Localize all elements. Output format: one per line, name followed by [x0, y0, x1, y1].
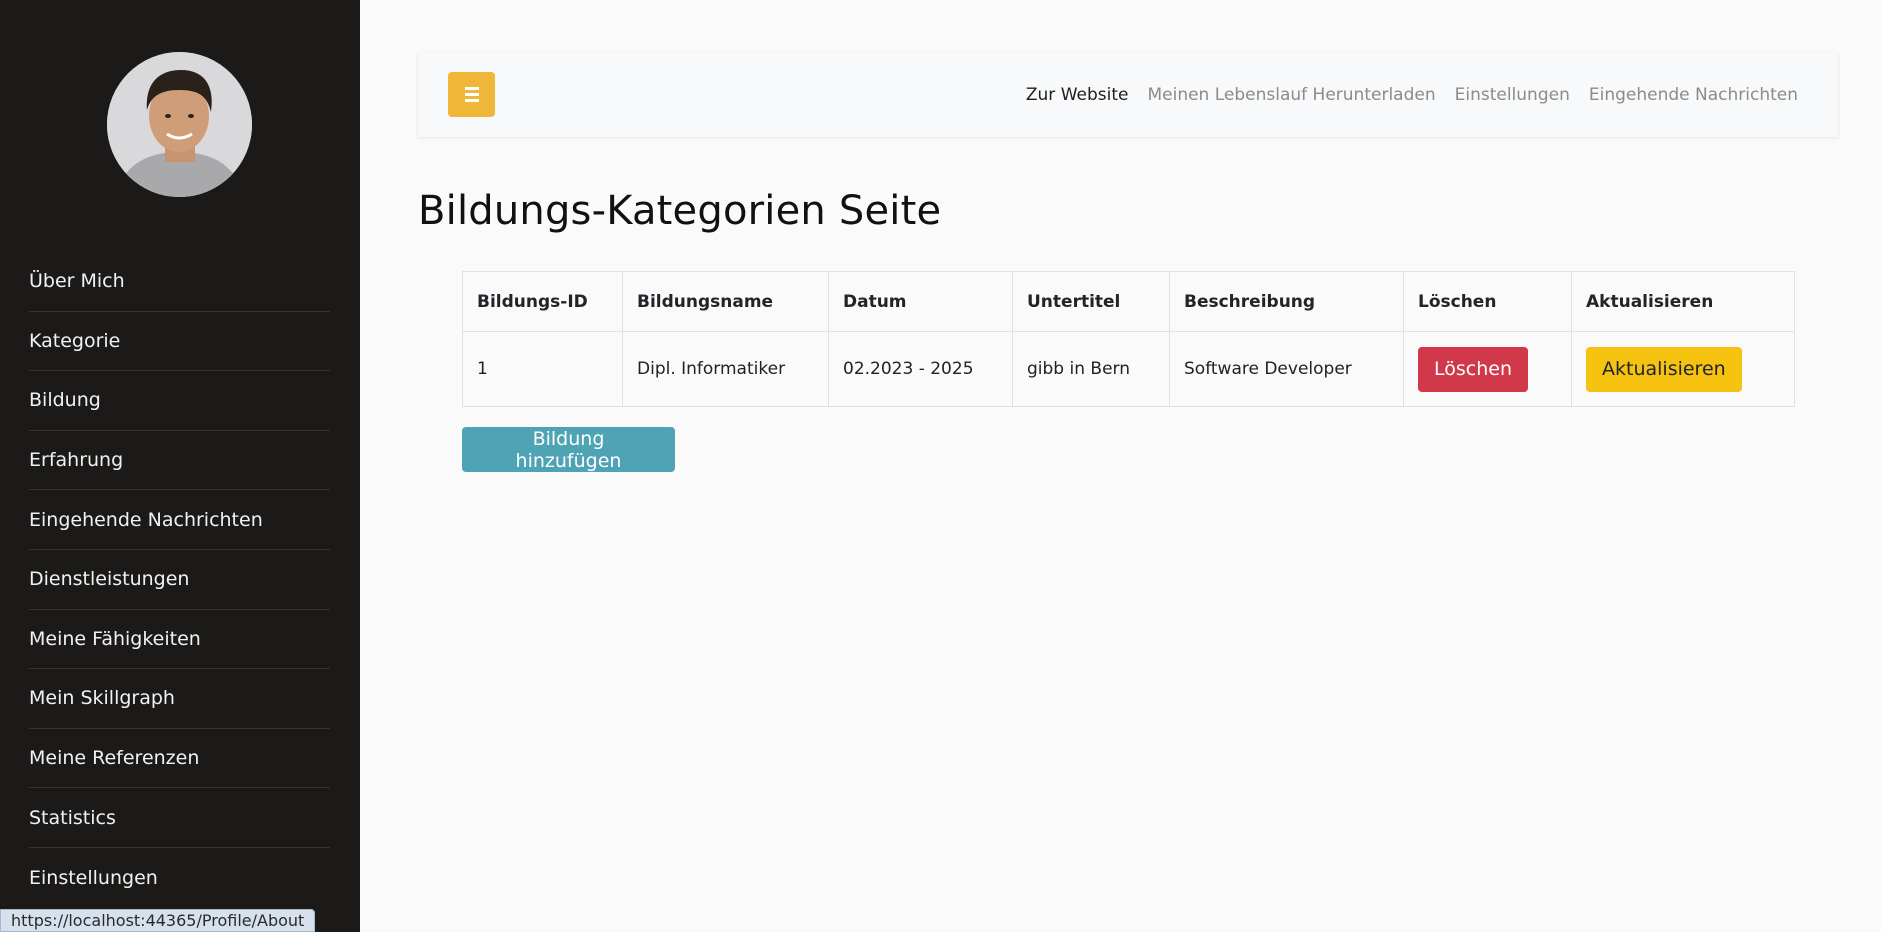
table-header-row: Bildungs-ID Bildungsname Datum Untertite… [462, 271, 1795, 332]
column-header-update: Aktualisieren [1571, 271, 1795, 332]
sidebar-item-label: Dienstleistungen [29, 568, 190, 591]
sidebar-item-label: Statistics [29, 806, 116, 829]
bars-icon [464, 87, 479, 102]
sidebar: Über Mich Kategorie Bildung Erfahrung Ei… [0, 0, 360, 932]
sidebar-item-einstellungen[interactable]: Einstellungen [29, 848, 330, 908]
sidebar-item-dienstleistungen[interactable]: Dienstleistungen [29, 550, 330, 610]
sidebar-item-skillgraph[interactable]: Mein Skillgraph [29, 669, 330, 729]
sidebar-item-ueber-mich[interactable]: Über Mich [29, 252, 330, 312]
sidebar-item-label: Bildung [29, 389, 101, 412]
column-header-description: Beschreibung [1169, 271, 1404, 332]
sidebar-item-label: Erfahrung [29, 449, 124, 472]
column-header-date: Datum [828, 271, 1013, 332]
top-navbar: Zur Website Meinen Lebenslauf Herunterla… [418, 52, 1838, 137]
top-links: Zur Website Meinen Lebenslauf Herunterla… [1026, 52, 1798, 137]
column-header-subtitle: Untertitel [1012, 271, 1170, 332]
cell-date: 02.2023 - 2025 [828, 331, 1013, 407]
sidebar-item-kategorie[interactable]: Kategorie [29, 312, 330, 372]
add-education-button[interactable]: Bildung hinzufügen [462, 427, 675, 472]
cell-description: Software Developer [1169, 331, 1404, 407]
update-button[interactable]: Aktualisieren [1586, 346, 1742, 392]
link-zur-website[interactable]: Zur Website [1026, 85, 1129, 105]
profile-photo [107, 52, 252, 197]
column-header-delete: Löschen [1403, 271, 1572, 332]
link-lebenslauf-herunterladen[interactable]: Meinen Lebenslauf Herunterladen [1147, 85, 1435, 105]
sidebar-item-nachrichten[interactable]: Eingehende Nachrichten [29, 490, 330, 550]
sidebar-item-label: Meine Fähigkeiten [29, 627, 201, 650]
cell-subtitle: gibb in Bern [1012, 331, 1170, 407]
sidebar-item-label: Meine Referenzen [29, 747, 200, 770]
status-bar-url: https://localhost:44365/Profile/About [0, 909, 316, 932]
table-row: 1 Dipl. Informatiker 02.2023 - 2025 gibb… [462, 331, 1795, 407]
link-einstellungen[interactable]: Einstellungen [1455, 85, 1570, 105]
sidebar-item-faehigkeiten[interactable]: Meine Fähigkeiten [29, 610, 330, 670]
sidebar-item-label: Über Mich [29, 270, 125, 293]
education-table: Bildungs-ID Bildungsname Datum Untertite… [462, 271, 1795, 407]
sidebar-toggle-button[interactable] [448, 72, 495, 117]
cell-delete: Löschen [1403, 331, 1572, 407]
column-header-id: Bildungs-ID [462, 271, 623, 332]
sidebar-item-label: Kategorie [29, 329, 121, 352]
sidebar-item-erfahrung[interactable]: Erfahrung [29, 431, 330, 491]
sidebar-item-label: Eingehende Nachrichten [29, 508, 263, 531]
sidebar-item-statistics[interactable]: Statistics [29, 788, 330, 848]
link-eingehende-nachrichten[interactable]: Eingehende Nachrichten [1589, 85, 1798, 105]
column-header-name: Bildungsname [622, 271, 829, 332]
page-title: Bildungs-Kategorien Seite [418, 188, 942, 234]
avatar[interactable] [107, 52, 252, 197]
sidebar-item-referenzen[interactable]: Meine Referenzen [29, 729, 330, 789]
sidebar-item-label: Mein Skillgraph [29, 687, 175, 710]
cell-name: Dipl. Informatiker [622, 331, 829, 407]
cell-update: Aktualisieren [1571, 331, 1795, 407]
sidebar-item-label: Einstellungen [29, 866, 158, 889]
cell-id: 1 [462, 331, 623, 407]
sidebar-nav: Über Mich Kategorie Bildung Erfahrung Ei… [29, 252, 330, 908]
sidebar-item-bildung[interactable]: Bildung [29, 371, 330, 431]
delete-button[interactable]: Löschen [1418, 346, 1528, 392]
